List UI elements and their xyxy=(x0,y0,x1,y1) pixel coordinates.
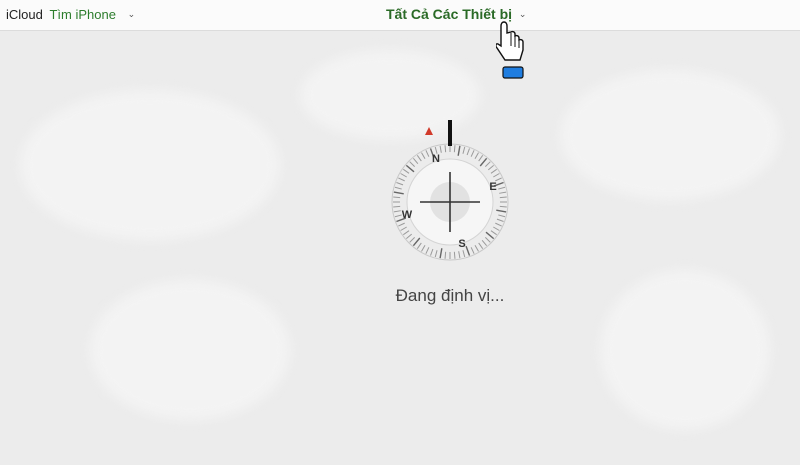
heading-indicator xyxy=(448,120,452,146)
hand-pointer-icon xyxy=(496,21,524,79)
icloud-logo-text: iCloud xyxy=(6,7,43,22)
north-marker-icon xyxy=(425,127,433,135)
chevron-down-icon: ⌄ xyxy=(127,9,136,19)
compass-east-label: E xyxy=(489,181,496,193)
app-switcher[interactable]: iCloud Tìm iPhone ⌄ xyxy=(6,7,135,22)
app-name: Tìm iPhone xyxy=(49,7,116,22)
compass-south-label: S xyxy=(458,238,465,250)
all-devices-label: Tất Cả Các Thiết bị xyxy=(386,6,513,22)
compass-north-label: N xyxy=(432,153,440,165)
compass-west-label: W xyxy=(402,209,413,221)
compass-icon: N E S W xyxy=(391,120,509,261)
locating-status: Đang định vị... xyxy=(395,286,505,305)
chevron-down-icon: ⌄ xyxy=(518,9,527,19)
top-bar: iCloud Tìm iPhone ⌄ Tất Cả Các Thiết bị … xyxy=(0,0,800,31)
